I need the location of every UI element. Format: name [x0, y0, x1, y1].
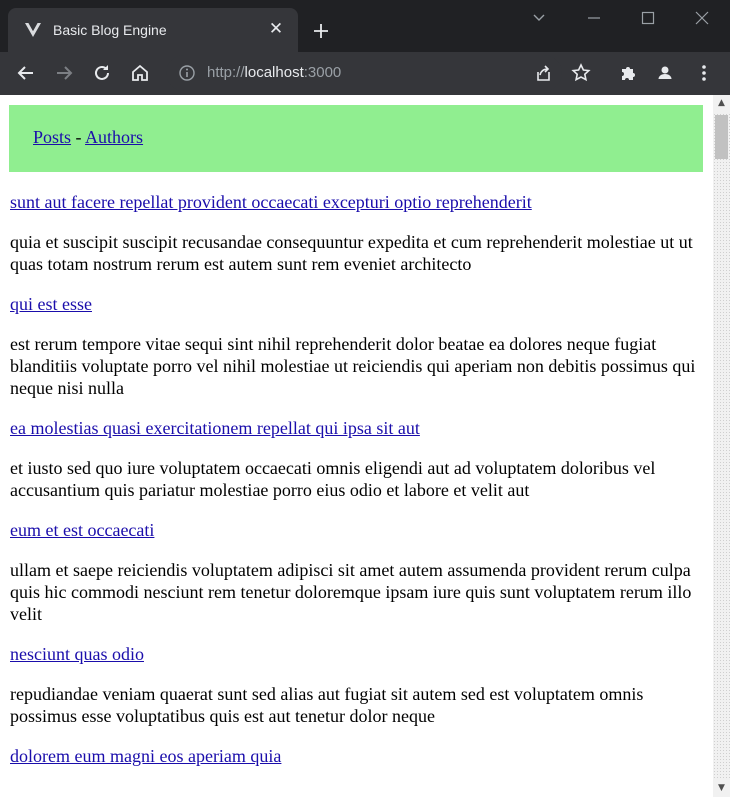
- new-tab-icon[interactable]: [310, 20, 332, 42]
- address-bar[interactable]: http://localhost:3000: [166, 55, 562, 91]
- url-scheme: http://: [207, 64, 245, 81]
- vertical-scrollbar[interactable]: ▲ ▼: [713, 95, 730, 797]
- scrollbar-thumb[interactable]: [715, 115, 728, 159]
- arrow-left-icon[interactable]: [13, 60, 39, 86]
- browser-toolbar: http://localhost:3000: [0, 52, 730, 95]
- share-icon[interactable]: [530, 60, 556, 86]
- post-body: est rerum tempore vitae sequi sint nihil…: [10, 334, 696, 398]
- url-host: localhost: [244, 64, 304, 81]
- post-title-link[interactable]: sunt aut facere repellat provident occae…: [10, 191, 703, 213]
- tab-title: Basic Blog Engine: [53, 22, 167, 38]
- page-viewport: Posts - Authors sunt aut facere repellat…: [0, 95, 713, 797]
- minimize-icon[interactable]: [571, 6, 617, 30]
- reload-icon[interactable]: [89, 60, 115, 86]
- post-body: et iusto sed quo iure voluptatem occaeca…: [10, 458, 656, 500]
- tab-strip: Basic Blog Engine ✕: [0, 0, 730, 52]
- home-icon[interactable]: [127, 60, 153, 86]
- post-body: quia et suscipit suscipit recusandae con…: [10, 232, 693, 274]
- post-body: repudiandae veniam quaerat sunt sed alia…: [10, 684, 644, 726]
- post-title-link[interactable]: nesciunt quas odio: [10, 643, 703, 665]
- kebab-menu-icon[interactable]: [691, 60, 717, 86]
- close-window-icon[interactable]: [679, 6, 725, 30]
- maximize-icon[interactable]: [625, 6, 671, 30]
- url-port: :3000: [303, 64, 342, 81]
- puzzle-icon[interactable]: [615, 60, 641, 86]
- scroll-up-arrow-icon[interactable]: ▲: [713, 95, 730, 112]
- nav-links: Posts - Authors: [33, 127, 143, 148]
- info-icon[interactable]: [178, 64, 196, 82]
- nav-link-posts[interactable]: Posts: [33, 127, 71, 147]
- post-title-link[interactable]: qui est esse: [10, 293, 703, 315]
- url-text[interactable]: http://localhost:3000: [207, 64, 341, 81]
- post-list: sunt aut facere repellat provident occae…: [10, 191, 703, 785]
- post-title-link[interactable]: dolorem eum magni eos aperiam quia: [10, 745, 703, 767]
- close-tab-icon[interactable]: ✕: [266, 18, 286, 40]
- browser-tab[interactable]: Basic Blog Engine ✕: [8, 8, 298, 52]
- vue-logo-icon: [24, 21, 42, 39]
- post-title-link[interactable]: eum et est occaecati: [10, 519, 703, 541]
- arrow-right-icon[interactable]: [51, 60, 77, 86]
- scroll-down-arrow-icon[interactable]: ▼: [713, 780, 730, 797]
- post-title-link[interactable]: ea molestias quasi exercitationem repell…: [10, 417, 703, 439]
- person-icon[interactable]: [652, 60, 678, 86]
- nav-link-authors[interactable]: Authors: [85, 127, 143, 147]
- post-body: ullam et saepe reiciendis voluptatem adi…: [10, 560, 692, 624]
- chevron-down-icon[interactable]: [516, 6, 562, 30]
- nav-separator: -: [75, 127, 82, 147]
- site-nav: Posts - Authors: [9, 105, 703, 172]
- star-icon[interactable]: [568, 60, 594, 86]
